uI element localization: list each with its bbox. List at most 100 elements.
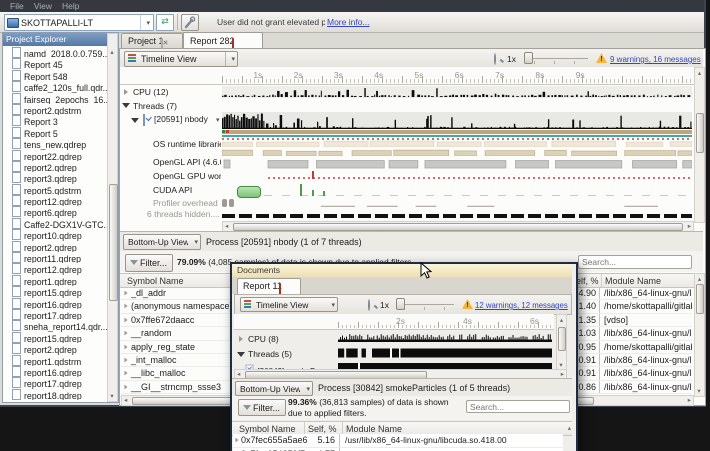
row-label-nbody[interactable]: [20591] nbody [154, 114, 214, 125]
project-file-item[interactable]: report1.qdrep [3, 274, 107, 286]
project-file-item[interactable]: report15.qdrep [3, 331, 107, 343]
scroll-up-icon[interactable]: ▴ [695, 69, 704, 77]
project-file-item[interactable]: Report 5 [3, 126, 107, 138]
project-file-item[interactable]: report16.qdrep [3, 365, 107, 377]
project-file-item[interactable]: caffe2_120s_full.qdr... [3, 81, 107, 93]
tab-report-11[interactable]: Report 11 [237, 278, 301, 295]
project-file-item[interactable]: report18.qdrep [3, 388, 107, 400]
row-label-opengl-api[interactable]: OpenGL API (4.6.0 NVI [153, 157, 221, 168]
scroll-left-icon[interactable]: ◂ [124, 396, 127, 404]
scroll-left-icon[interactable]: ◂ [237, 370, 240, 378]
col-symbol-name[interactable]: Symbol Name [239, 424, 296, 434]
scrollbar-thumb[interactable] [233, 222, 683, 231]
scroll-right-icon[interactable]: ▸ [688, 396, 691, 404]
col-module-name[interactable]: Module Name [346, 424, 402, 434]
expand-icon[interactable] [124, 370, 128, 376]
target-host-select[interactable]: SKOTTAPALLI-LT ▾ [4, 14, 154, 31]
thread-checkbox[interactable] [143, 114, 145, 126]
expand-icon[interactable] [124, 344, 128, 349]
project-file-item[interactable]: fairseq_2epochs_16... [3, 92, 107, 104]
scroll-right-icon[interactable]: ▸ [688, 222, 691, 230]
scrollbar-thumb[interactable] [557, 327, 566, 351]
reconnect-button[interactable]: ⇄ [156, 14, 174, 31]
scroll-left-icon[interactable]: ◂ [225, 222, 228, 230]
menu-item[interactable]: Help [62, 1, 79, 11]
expand-icon[interactable] [124, 317, 128, 323]
project-file-item[interactable]: report5.qdstrm [3, 183, 107, 195]
zoom-slider-track[interactable] [524, 58, 588, 59]
project-file-item[interactable]: namd_2018.0.0.759... [3, 47, 107, 58]
table-row-values[interactable]: 0.91/lib/x86_64-linux-gnu/libc [570, 367, 692, 381]
scroll-down-icon[interactable]: ▾ [557, 361, 565, 369]
tab-project-1[interactable]: Project 1 [121, 33, 183, 50]
project-explorer-scrollbar[interactable]: ▴ ▾ [107, 33, 118, 402]
project-file-item[interactable]: report1.qdstrm [3, 354, 107, 366]
project-file-item[interactable]: report16.qdrep [3, 297, 107, 309]
scroll-up-icon[interactable]: ▴ [568, 424, 571, 432]
project-file-item[interactable]: report17.qdrep [3, 308, 107, 320]
row-label-profiler-overhead[interactable]: Profiler overhead [153, 198, 221, 209]
row-label-cpu[interactable]: CPU (12) [133, 87, 218, 98]
scrollbar-thumb[interactable] [695, 113, 704, 153]
filter-button[interactable]: Filter... [125, 254, 173, 272]
project-file-item[interactable]: Report 3 [3, 115, 107, 127]
project-file-item[interactable]: report12.qdrep [3, 195, 107, 206]
timeline-vscrollbar[interactable]: ▴ [694, 67, 705, 223]
scroll-up-icon[interactable]: ▴ [557, 316, 566, 324]
project-file-item[interactable]: report2.qdrep [3, 343, 107, 355]
project-file-item[interactable]: tens_new.qdrep [3, 138, 107, 150]
project-file-item[interactable]: report12.qdrep [3, 263, 107, 275]
project-file-item[interactable]: Caffe2-DGX1V-GTC... [3, 217, 107, 229]
view-selector-button[interactable]: Timeline View ▾ [124, 51, 238, 67]
table-row-values[interactable]: 1.40/home/skottapalli/gitlab/l [570, 300, 692, 314]
col-module-name[interactable]: Module Name [605, 276, 661, 286]
table-row-values[interactable]: 0.86/lib/x86_64-linux-gnu/libc [570, 380, 692, 395]
project-file-item[interactable]: report3.qdrep [3, 172, 107, 184]
warnings-messages-link[interactable]: 12 warnings, 12 messages [475, 301, 569, 310]
table-vscrollbar[interactable]: ▴ ▾ [694, 273, 705, 397]
row-label-hidden-threads[interactable]: 6 threads hidden.... [147, 209, 221, 220]
expand-icon[interactable] [124, 330, 128, 336]
col-self-pct[interactable]: Self, % [308, 424, 340, 434]
table-row-values[interactable]: 1.35 [vdso] [570, 313, 692, 328]
view-selector-button[interactable]: Timeline View ▾ [240, 297, 338, 312]
project-file-item[interactable]: report10.qdrep [3, 229, 107, 241]
zoom-slider-handle[interactable] [524, 52, 533, 64]
search-input[interactable] [466, 400, 570, 413]
project-file-item[interactable]: Report 45 [3, 58, 107, 70]
project-file-item[interactable]: Report 548 [3, 69, 107, 81]
expand-icon[interactable] [124, 290, 128, 296]
collapse-icon[interactable] [237, 352, 245, 357]
project-file-item[interactable]: report17.qdrep [3, 377, 107, 389]
row-label-cuda-api[interactable]: CUDA API [153, 185, 221, 196]
project-file-item[interactable]: report2.qdrep [3, 240, 107, 252]
table-row-values[interactable]: 0.95/home/skottapalli/gitlab/l [570, 340, 692, 354]
table-row-values[interactable]: 0.91/lib/x86_64-linux-gnu/libc [570, 353, 692, 368]
expand-icon[interactable] [124, 384, 128, 390]
filter-button[interactable]: Filter... [238, 399, 286, 416]
scroll-down-icon[interactable]: ▾ [695, 387, 703, 395]
tools-button[interactable] [181, 14, 199, 31]
project-file-item[interactable]: report11.qdrep [3, 252, 107, 263]
expand-icon[interactable] [235, 437, 239, 443]
project-file-item[interactable]: report2.qdrep [3, 160, 107, 172]
collapse-icon[interactable] [122, 103, 130, 108]
row-label-threads[interactable]: Threads (5) [248, 349, 318, 360]
timeline-vscrollbar[interactable]: ▴ ▾ [556, 314, 567, 371]
expand-icon[interactable] [124, 303, 128, 309]
row-label-cpu[interactable]: CPU (8) [248, 334, 318, 345]
project-file-item[interactable]: report22.qdrep [3, 149, 107, 161]
pane-view-selector[interactable]: Bottom-Up View ▾ [235, 381, 313, 396]
search-input[interactable] [578, 255, 692, 269]
menu-item[interactable]: File [10, 1, 24, 11]
menu-item[interactable]: View [34, 1, 52, 11]
expand-icon[interactable] [124, 357, 128, 363]
zoom-slider-handle[interactable] [396, 298, 405, 310]
warnings-messages-link[interactable]: 9 warnings, 16 messages [610, 55, 701, 64]
col-symbol-name[interactable]: Symbol Name [127, 276, 184, 286]
project-file-item[interactable]: report15.qdrep [3, 286, 107, 298]
expand-icon[interactable] [239, 336, 243, 342]
chevron-down-icon[interactable]: ▾ [216, 116, 220, 124]
collapse-icon[interactable] [131, 118, 139, 123]
scroll-up-icon[interactable]: ▴ [695, 275, 704, 283]
